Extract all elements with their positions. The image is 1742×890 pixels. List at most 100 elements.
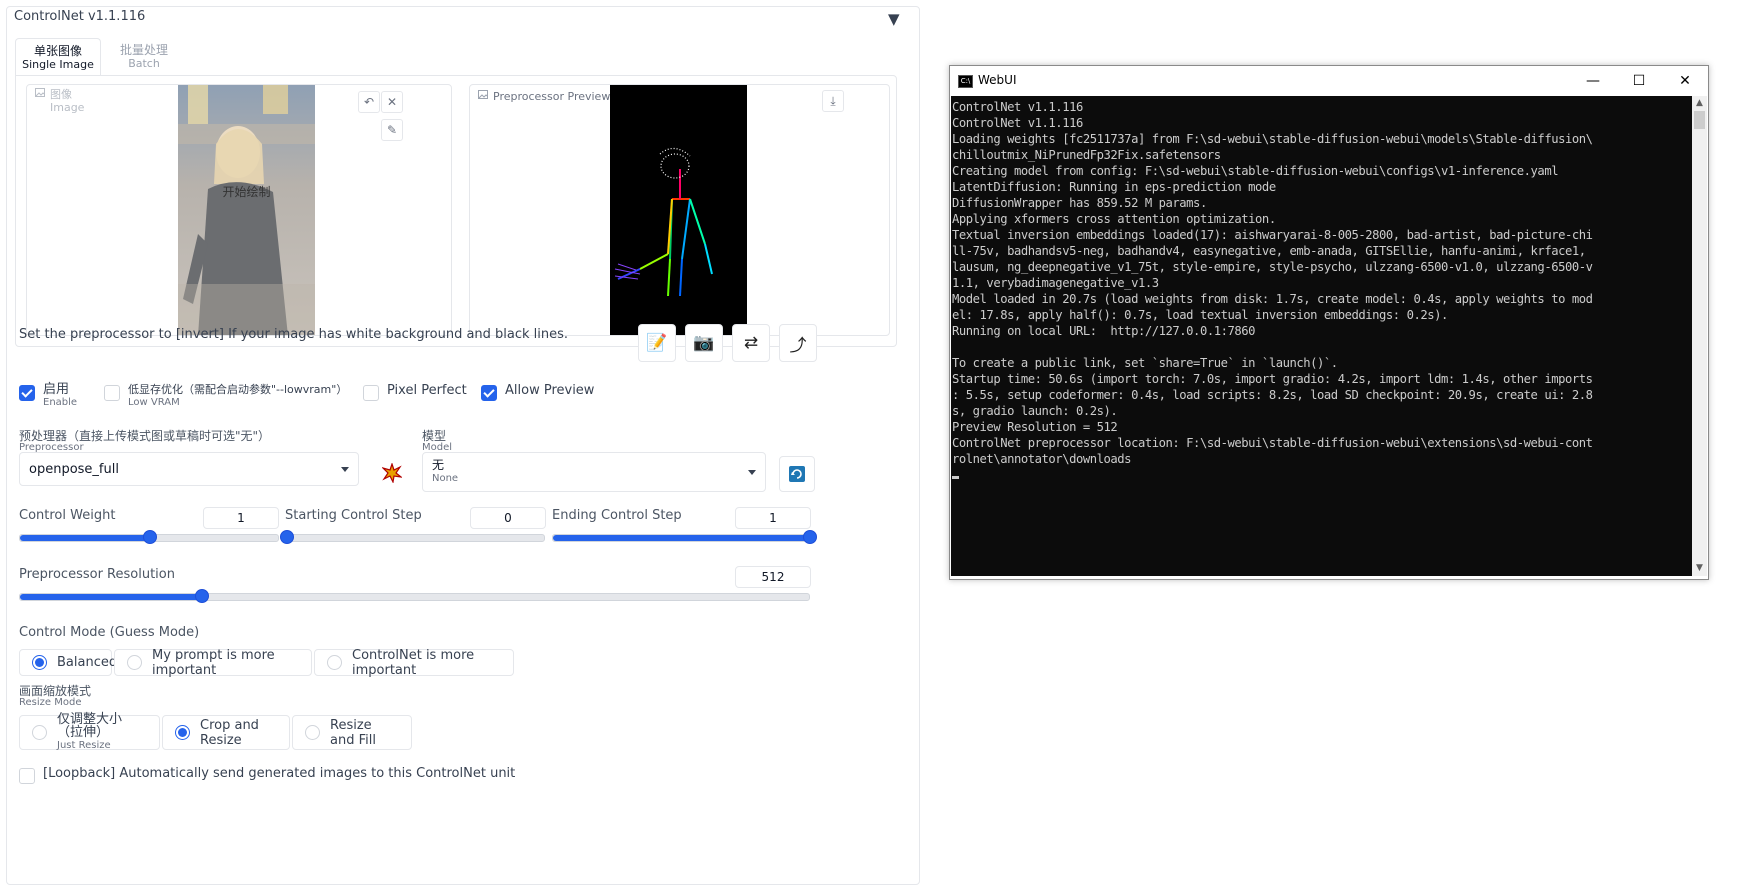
- console-line: rolnet\annotator\downloads: [952, 452, 1132, 466]
- close-button[interactable]: ✕: [1662, 66, 1708, 96]
- download-icon[interactable]: ⤓: [822, 90, 844, 112]
- resize-mode-label-sub: Resize Mode: [19, 697, 82, 708]
- radio-controlnet[interactable]: [327, 655, 342, 670]
- radio-resize-and-fill[interactable]: [305, 725, 320, 740]
- image-label-text: 图像: [50, 88, 72, 101]
- resize-mode-just-resize[interactable]: 仅调整大小（拉伸） Just Resize: [19, 713, 160, 751]
- resize-mode-resize-and-fill[interactable]: Resize and Fill: [292, 715, 412, 750]
- console-line: Startup time: 50.6s (import torch: 7.0s,…: [952, 372, 1593, 386]
- refresh-models-button[interactable]: [779, 456, 815, 492]
- enable-label: 启用: [43, 382, 70, 397]
- model-value-sub: None: [432, 473, 459, 484]
- starting-step-label: Starting Control Step: [285, 508, 422, 523]
- low-vram-checkbox[interactable]: 低显存优化（需配合启动参数"--lowvram"） Low VRAM: [104, 383, 347, 409]
- control-mode-balanced-label: Balanced: [57, 655, 118, 670]
- enable-check[interactable]: [19, 385, 35, 401]
- console-line: ll-75v, badhandsv5-neg, badhandv4, easyn…: [952, 244, 1586, 258]
- loopback-checkbox[interactable]: [Loopback] Automatically send generated …: [19, 766, 515, 784]
- mirror-webcam-button[interactable]: ⇄: [732, 324, 770, 362]
- just-resize-sub: Just Resize: [57, 740, 111, 751]
- console-titlebar[interactable]: C:\ WebUI — ☐ ✕: [950, 66, 1708, 96]
- scroll-up-icon[interactable]: ▲: [1692, 96, 1707, 111]
- scroll-down-icon[interactable]: ▼: [1692, 561, 1707, 576]
- slider-thumb[interactable]: [803, 530, 817, 544]
- minimize-button[interactable]: —: [1570, 66, 1616, 96]
- panel-title: ControlNet v1.1.116: [14, 9, 146, 24]
- allow-preview-checkbox[interactable]: Allow Preview: [481, 383, 594, 401]
- radio-just-resize[interactable]: [32, 725, 47, 740]
- console-line: Model loaded in 20.7s (load weights from…: [952, 292, 1593, 306]
- tab-single-image[interactable]: 单张图像 Single Image: [15, 38, 101, 76]
- allow-preview-label: Allow Preview: [505, 383, 595, 398]
- radio-balanced[interactable]: [32, 655, 47, 670]
- slider-thumb[interactable]: [195, 589, 209, 603]
- image-label: 图像 Image: [35, 88, 84, 114]
- maximize-button[interactable]: ☐: [1616, 66, 1662, 96]
- slider-fill: [553, 535, 809, 541]
- control-mode-controlnet[interactable]: ControlNet is more important: [314, 648, 514, 678]
- preprocessor-select[interactable]: openpose_full: [19, 452, 359, 486]
- scroll-thumb[interactable]: [1694, 111, 1705, 129]
- tab-batch[interactable]: 批量处理 Batch: [108, 43, 180, 73]
- slider-fill: [20, 594, 201, 600]
- openpose-skeleton: [614, 147, 713, 297]
- console-title: WebUI: [978, 73, 1017, 87]
- starting-step-input[interactable]: 0: [470, 507, 546, 529]
- console-line: Textual inversion embeddings loaded(17):…: [952, 228, 1593, 242]
- slider-thumb[interactable]: [143, 530, 157, 544]
- undo-icon[interactable]: ↶: [358, 91, 380, 113]
- model-select[interactable]: 无 None: [422, 452, 766, 492]
- preprocessor-preview-area: Preprocessor Preview ⤓: [469, 84, 890, 336]
- send-dimensions-button[interactable]: ⤴: [779, 324, 817, 362]
- webcam-button[interactable]: 📷: [685, 324, 723, 362]
- control-weight-label: Control Weight: [19, 508, 116, 523]
- preview-label-text: Preprocessor Preview: [493, 90, 611, 103]
- control-weight-input[interactable]: 1: [203, 507, 279, 529]
- preprocessor-resolution-input[interactable]: 512: [735, 566, 811, 588]
- console-line: ControlNet v1.1.116: [952, 100, 1083, 114]
- loopback-label: [Loopback] Automatically send generated …: [43, 766, 516, 781]
- control-mode-prompt-label: My prompt is more important: [152, 647, 275, 678]
- slider-thumb[interactable]: [280, 530, 294, 544]
- ending-step-slider[interactable]: [552, 530, 817, 544]
- console-output[interactable]: ControlNet v1.1.116 ControlNet v1.1.116 …: [951, 96, 1692, 576]
- enable-checkbox[interactable]: 启用 Enable: [19, 383, 77, 409]
- pixel-perfect-check[interactable]: [363, 385, 379, 401]
- triangle-down-icon[interactable]: ▼: [888, 10, 900, 28]
- console-text: ControlNet v1.1.116 ControlNet v1.1.116 …: [951, 96, 1692, 483]
- arrow-up-right-icon: ⤴: [789, 335, 807, 356]
- radio-crop-and-resize[interactable]: [175, 725, 190, 740]
- ending-step-input[interactable]: 1: [735, 507, 811, 529]
- brush-icon[interactable]: ✎: [381, 119, 403, 141]
- image-input-area[interactable]: 图像 Image 开始绘制 ↶ ✕ ✎: [26, 84, 452, 336]
- model-label: 模型 Model: [422, 430, 452, 454]
- control-weight-slider[interactable]: [19, 530, 279, 544]
- console-scrollbar[interactable]: ▲ ▼: [1692, 96, 1707, 576]
- notepad-icon: 📝: [646, 333, 668, 353]
- loopback-check[interactable]: [19, 768, 35, 784]
- hint-text: Set the preprocessor to [invert] If your…: [19, 327, 569, 342]
- new-canvas-button[interactable]: 📝: [638, 324, 676, 362]
- console-line: Loading weights [fc2511737a] from F:\sd-…: [952, 132, 1593, 146]
- control-mode-prompt[interactable]: My prompt is more important: [114, 647, 312, 678]
- allow-preview-check[interactable]: [481, 385, 497, 401]
- low-vram-check[interactable]: [104, 385, 120, 401]
- swap-icon: ⇄: [743, 333, 759, 353]
- starting-step-slider[interactable]: [280, 530, 545, 544]
- model-label-text: 模型: [422, 429, 447, 443]
- pixel-perfect-label: Pixel Perfect: [387, 383, 467, 398]
- preprocessor-label-text: 预处理器（直接上传模式图或草稿时可选"无"）: [19, 429, 271, 443]
- camera-icon: 📷: [693, 333, 715, 353]
- run-preprocessor-button[interactable]: [375, 456, 409, 490]
- radio-prompt[interactable]: [127, 655, 142, 670]
- preprocessor-resolution-slider[interactable]: [19, 589, 810, 603]
- preprocessor-resolution-label: Preprocessor Resolution: [19, 567, 175, 582]
- pixel-perfect-checkbox[interactable]: Pixel Perfect: [363, 383, 467, 401]
- close-icon[interactable]: ✕: [381, 91, 403, 113]
- resize-mode-label: 画面缩放模式 Resize Mode: [19, 685, 91, 709]
- resize-mode-crop-and-resize[interactable]: Crop and Resize: [162, 715, 290, 750]
- enable-sub: Enable: [43, 397, 78, 408]
- control-mode-balanced[interactable]: Balanced: [19, 649, 117, 676]
- console-window: C:\ WebUI — ☐ ✕ ControlNet v1.1.116 Cont…: [949, 65, 1709, 580]
- tab-single-image-sub: Single Image: [22, 58, 94, 71]
